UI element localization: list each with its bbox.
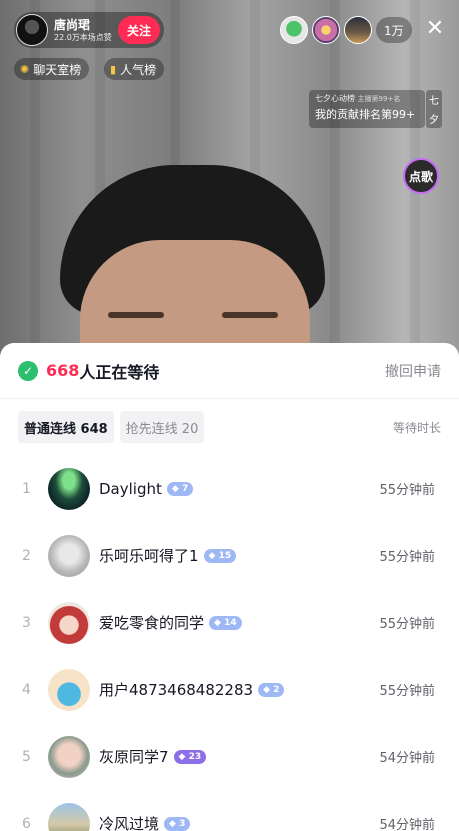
fan-level-badge: ◆ 7 (166, 481, 194, 496)
chat-rank-label: 聊天室榜 (33, 62, 82, 77)
wait-time: 55分钟前 (379, 684, 435, 699)
user-avatar[interactable] (48, 467, 90, 510)
queue-rank: 5 (22, 748, 31, 765)
user-avatar[interactable] (48, 802, 90, 831)
wait-time: 55分钟前 (379, 617, 435, 632)
user-name: 用户4873468482283 (99, 681, 254, 699)
host-likes: 22.0万本场点赞 (54, 32, 112, 42)
popular-rank-chip[interactable]: ▮ 人气榜 (104, 58, 165, 80)
list-item[interactable]: 4 用户4873468482283 ◆ 2 55分钟前 (0, 656, 459, 723)
chat-rank-icon: ✺ (20, 62, 30, 76)
badge-level: 14 (224, 617, 237, 628)
wait-time: 55分钟前 (379, 550, 435, 565)
list-item[interactable]: 1 Daylight ◆ 7 55分钟前 (0, 455, 459, 522)
waiting-label: 人正在等待 (79, 362, 160, 382)
side-char-2: 夕 (429, 115, 439, 126)
user-name: 冷风过境 (99, 815, 160, 831)
tab-normal-link[interactable]: 普通连线 648 (18, 411, 114, 443)
list-item[interactable]: 2 乐呵乐呵得了1 ◆ 15 55分钟前 (0, 522, 459, 589)
badge-level: 15 (218, 550, 232, 561)
my-contribution-rank: 我的贡献排名第99+ (315, 108, 416, 121)
wait-time-header: 等待时长 (392, 420, 441, 435)
viewer-avatar[interactable] (312, 16, 340, 44)
queue-rank: 4 (22, 681, 31, 698)
user-name: 乐呵乐呵得了1 (99, 547, 199, 565)
viewer-avatar[interactable] (280, 16, 308, 44)
user-name: 灰原同学7 (99, 748, 169, 766)
user-avatar[interactable] (48, 735, 90, 778)
viewer-avatar[interactable] (344, 16, 372, 44)
fan-level-badge: ◆ 3 (164, 816, 191, 831)
check-icon: ✓ (18, 360, 38, 381)
qixi-rank-banner[interactable]: 七夕心动榜 主播第99+名 我的贡献排名第99+ (309, 90, 425, 128)
queue-rank: 3 (22, 614, 31, 631)
rank-banner-title: 七夕心动榜 (315, 94, 355, 103)
queue-header: ✓ 668 人正在等待 撤回申请 (0, 343, 459, 399)
badge-level: 23 (188, 751, 202, 762)
user-name: 爱吃零食的同学 (99, 614, 205, 632)
badge-level: 3 (179, 818, 186, 829)
list-item[interactable]: 3 爱吃零食的同学 ◆ 14 55分钟前 (0, 589, 459, 656)
host-avatar[interactable] (16, 14, 48, 46)
badge-level: 2 (273, 684, 280, 695)
fan-level-badge: ◆ 23 (173, 749, 207, 764)
popular-rank-label: 人气榜 (120, 62, 157, 77)
side-char-1: 七 (429, 96, 439, 107)
wait-time: 55分钟前 (379, 483, 435, 498)
qixi-side-tab[interactable]: 七 夕 (426, 90, 442, 128)
queue-rank: 2 (22, 547, 31, 564)
host-name: 唐尚珺 (54, 17, 91, 32)
fan-level-badge: ◆ 2 (258, 682, 285, 697)
user-avatar[interactable] (48, 601, 90, 644)
fan-level-badge: ◆ 15 (203, 548, 237, 563)
user-avatar[interactable] (48, 534, 90, 577)
viewer-count[interactable]: 1万 (376, 17, 412, 43)
waiting-count: 668 (46, 361, 80, 380)
chat-room-rank-chip[interactable]: ✺ 聊天室榜 (14, 58, 90, 80)
host-info[interactable]: 唐尚珺 22.0万本场点赞 关注 (14, 12, 164, 48)
close-icon[interactable]: ✕ (424, 18, 446, 40)
bar-chart-icon: ▮ (110, 62, 117, 76)
waiting-queue-sheet: ✓ 668 人正在等待 撤回申请 普通连线 648 抢先连线 20 等待时长 1… (0, 343, 459, 831)
queue-rank: 1 (22, 480, 31, 497)
list-item[interactable]: 5 灰原同学7 ◆ 23 54分钟前 (0, 723, 459, 790)
queue-rank: 6 (22, 815, 31, 831)
withdraw-request-button[interactable]: 撤回申请 (385, 361, 441, 381)
live-stream-video (0, 0, 459, 380)
tab-priority-link[interactable]: 抢先连线 20 (119, 411, 205, 443)
user-avatar[interactable] (48, 668, 90, 711)
user-name: Daylight (99, 479, 162, 498)
rank-banner-subtitle: 主播第99+名 (357, 95, 401, 103)
song-request-button[interactable]: 点歌 (403, 158, 439, 194)
wait-time: 54分钟前 (379, 751, 435, 766)
list-item[interactable]: 6 冷风过境 ◆ 3 54分钟前 (0, 790, 459, 831)
wait-time: 54分钟前 (379, 818, 435, 831)
follow-button[interactable]: 关注 (118, 16, 160, 44)
badge-level: 7 (181, 483, 189, 494)
fan-level-badge: ◆ 14 (209, 615, 242, 630)
queue-tabs: 普通连线 648 抢先连线 20 等待时长 (0, 399, 459, 455)
viewer-list[interactable]: 1万 (280, 16, 412, 44)
